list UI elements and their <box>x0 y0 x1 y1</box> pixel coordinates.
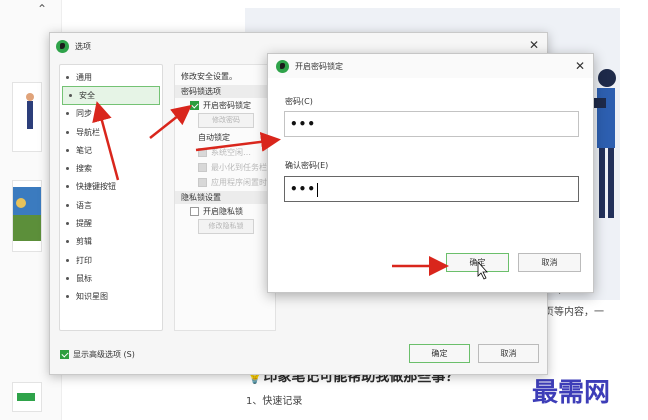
annotation-arrow <box>149 104 192 139</box>
annotation-arrow <box>195 131 281 152</box>
annotation-arrow <box>92 101 120 181</box>
mouse-cursor-icon <box>477 260 488 280</box>
annotation-overlay <box>92 101 488 280</box>
